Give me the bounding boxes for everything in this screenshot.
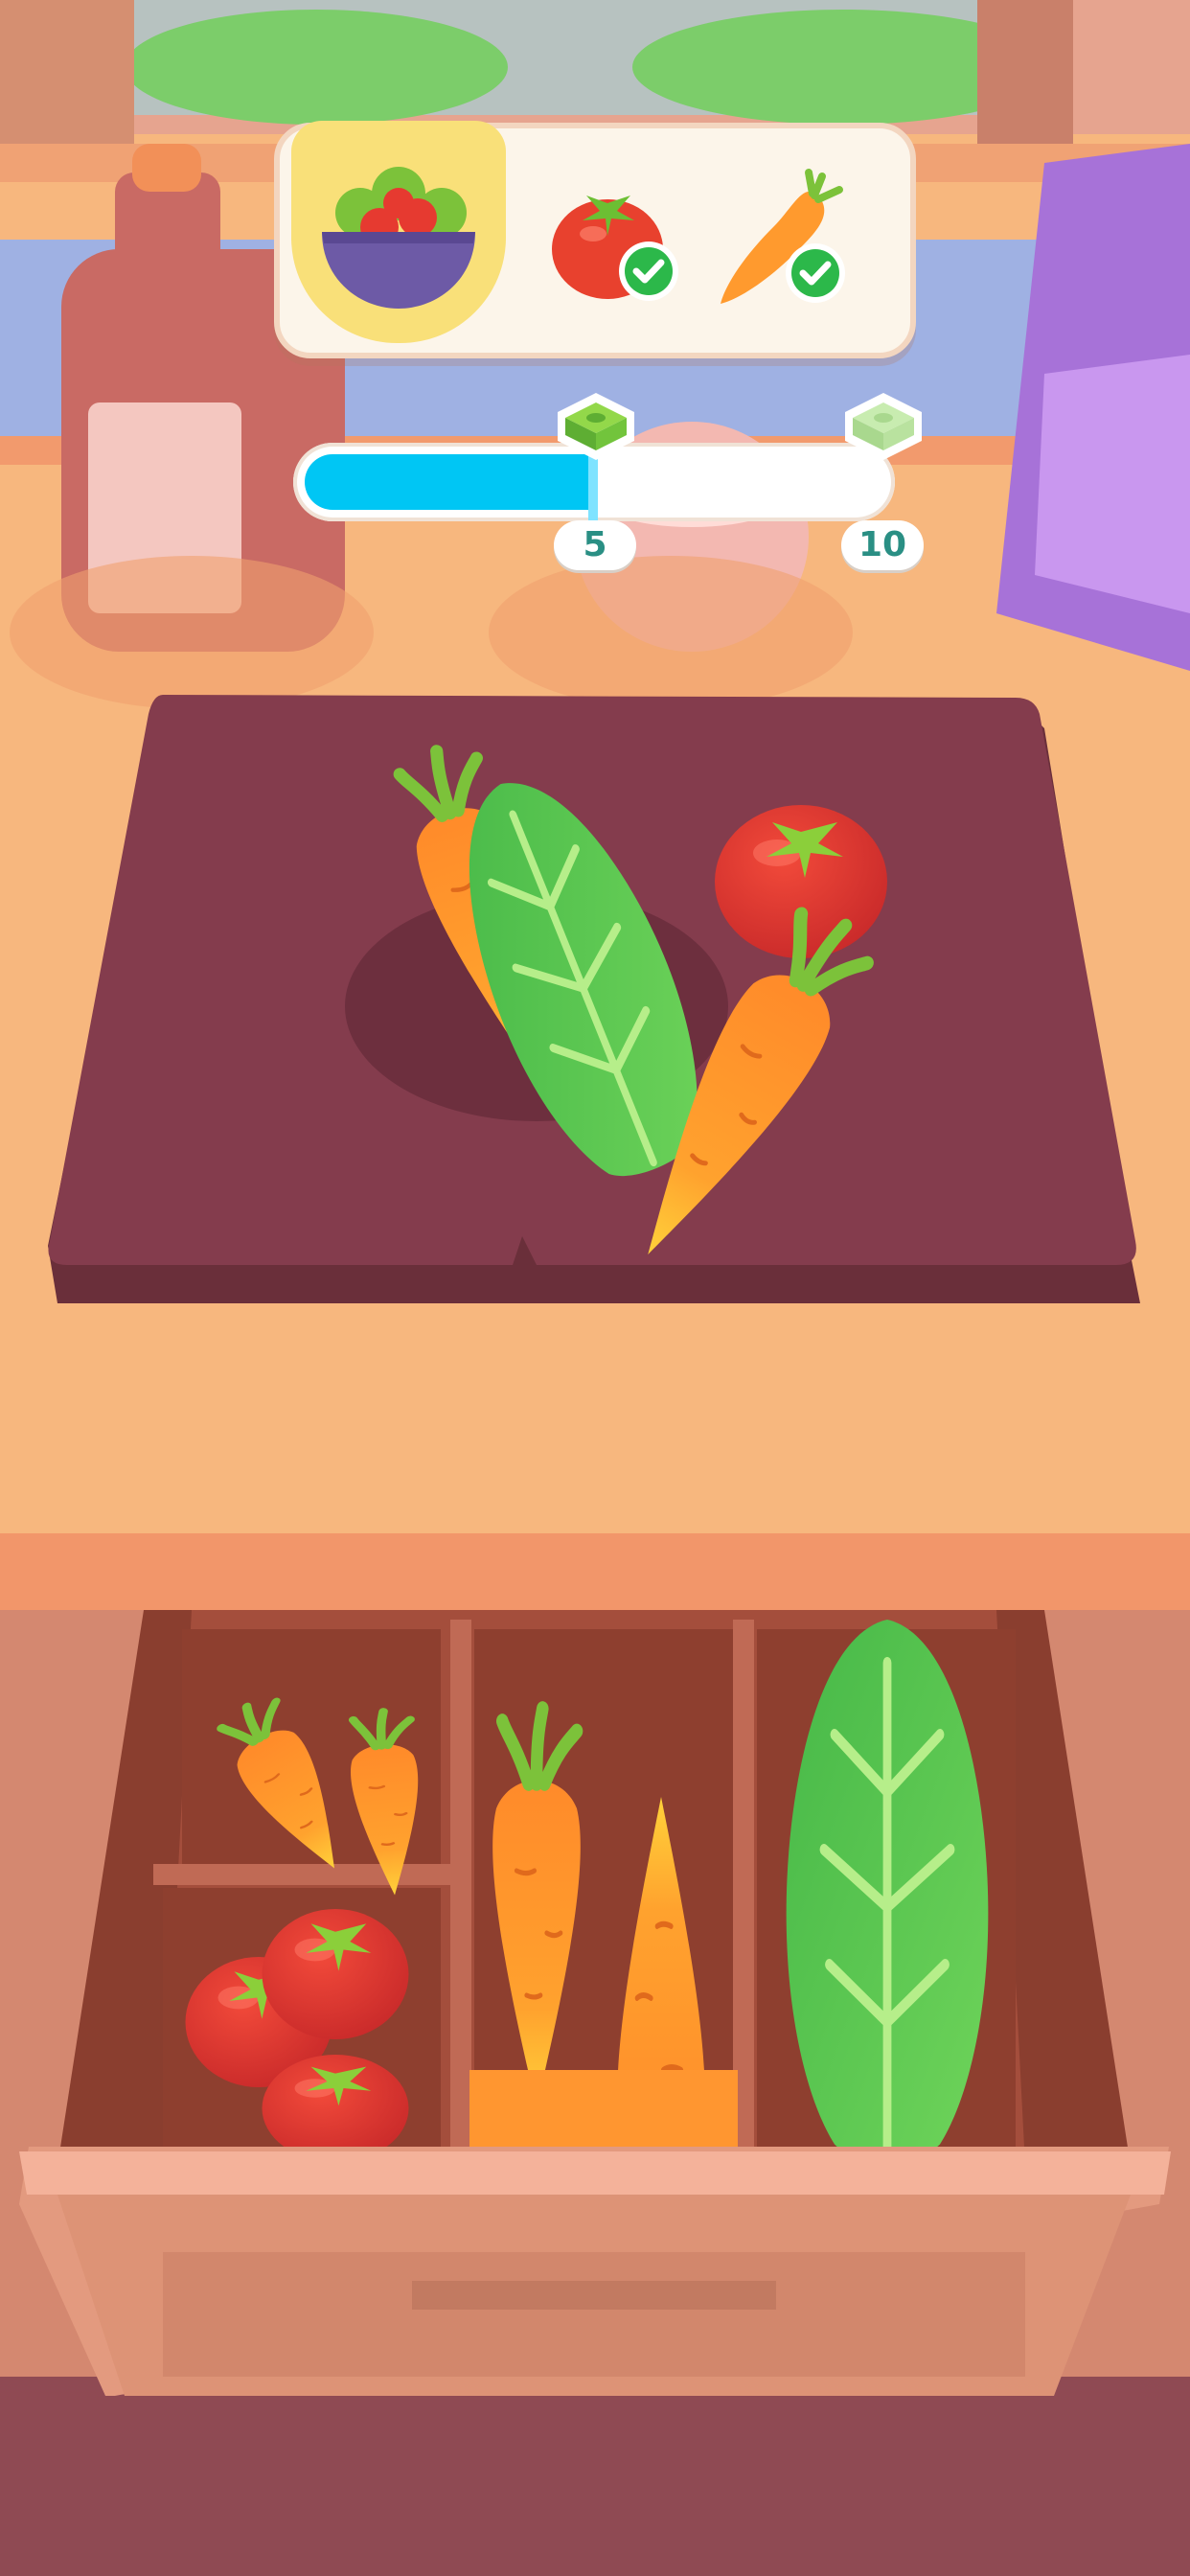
recipe-ingredient-tomato bbox=[550, 174, 684, 309]
recipe-ingredient-carrot bbox=[701, 165, 855, 318]
cash-stack-icon bbox=[845, 393, 922, 460]
recipe-card bbox=[274, 121, 916, 358]
purple-box bbox=[996, 144, 1190, 671]
cash-stack-icon bbox=[558, 393, 634, 460]
salad-bowl-icon bbox=[322, 167, 475, 309]
drawer-front[interactable] bbox=[19, 2147, 1171, 2396]
progress-label-5: 5 bbox=[554, 520, 636, 570]
progress-marker-5 bbox=[550, 385, 642, 477]
check-icon bbox=[619, 242, 678, 301]
dish-tab bbox=[291, 121, 506, 343]
progress-label-10: 10 bbox=[841, 520, 924, 570]
check-icon bbox=[786, 243, 845, 303]
progress-marker-10 bbox=[837, 385, 929, 477]
